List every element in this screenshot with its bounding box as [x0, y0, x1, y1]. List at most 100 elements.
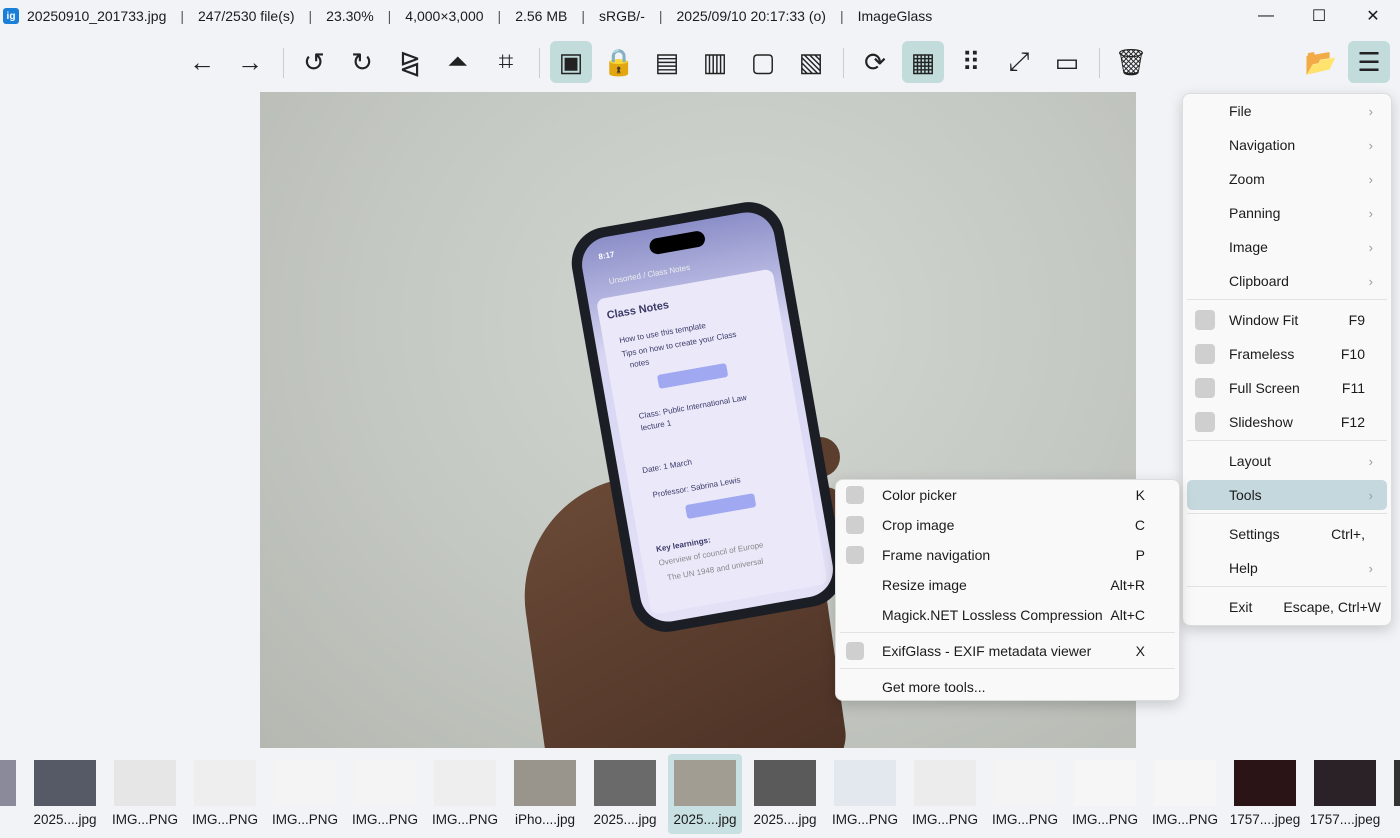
menu-item-settings[interactable]: Settings Ctrl+,: [1187, 519, 1387, 549]
menu-item-layout[interactable]: Layout ›: [1187, 446, 1387, 476]
gallery-grid-icon: ⠿: [961, 46, 981, 77]
menu-item-exit[interactable]: Exit Escape, Ctrl+W: [1187, 592, 1387, 622]
main-menu-button[interactable]: ☰: [1348, 41, 1390, 83]
menu-item-tools[interactable]: Tools ›: [1187, 480, 1387, 510]
scale-to-fill-button[interactable]: ▧: [790, 41, 832, 83]
thumbnail-label: IMG...PNG: [351, 812, 418, 827]
menu-item-shortcut: F9: [1348, 312, 1365, 328]
scale-to-height-button[interactable]: ▥: [694, 41, 736, 83]
folder-open-icon: 📂: [1304, 46, 1338, 77]
menu-item-full-screen[interactable]: Full Screen F11: [1187, 373, 1387, 403]
menu-item-slideshow[interactable]: Slideshow F12: [1187, 407, 1387, 437]
checkbox-icon[interactable]: [1195, 412, 1215, 432]
close-button[interactable]: ✕: [1350, 0, 1396, 32]
thumbnail-item[interactable]: IMG...PNG: [348, 754, 422, 834]
tool-item-color-picker[interactable]: Color picker K: [840, 480, 1175, 510]
thumbnail-image: [1074, 760, 1136, 806]
thumbnail-label: 1757....jpeg: [1229, 812, 1301, 827]
menu-item-file[interactable]: File ›: [1187, 96, 1387, 126]
thumbnail-label: IMG...PNG: [1151, 812, 1218, 827]
rotate-right-button[interactable]: ↻: [341, 41, 383, 83]
thumbnail-item[interactable]: jpg: [0, 754, 22, 834]
thumbnail-image: [594, 760, 656, 806]
maximize-button[interactable]: ☐: [1296, 0, 1342, 32]
lock-zoom-button[interactable]: 🔒: [598, 41, 640, 83]
toolbar-divider: [1099, 48, 1100, 78]
menu-item-shortcut: P: [1135, 547, 1145, 563]
thumbnail-item[interactable]: IMG...PNG: [1148, 754, 1222, 834]
thumbnail-item[interactable]: IMG...PNG: [428, 754, 502, 834]
checkbox-icon[interactable]: [846, 516, 864, 534]
slideshow-button[interactable]: ▭: [1046, 41, 1088, 83]
title-bar: ig 20250910_201733.jpg | 247/2530 file(s)…: [0, 0, 1400, 32]
tool-item-crop-image[interactable]: Crop image C: [840, 510, 1175, 540]
menu-item-clipboard[interactable]: Clipboard ›: [1187, 266, 1387, 296]
scale-to-width-button[interactable]: ▤: [646, 41, 688, 83]
previous-image-button[interactable]: ←: [181, 41, 223, 83]
flip-vertical-button[interactable]: ⏶: [437, 41, 479, 83]
checkbox-icon[interactable]: [846, 546, 864, 564]
menu-item-shortcut: F12: [1340, 414, 1365, 430]
menu-item-panning[interactable]: Panning ›: [1187, 198, 1387, 228]
thumbnail-item[interactable]: iPho....jpg: [508, 754, 582, 834]
open-file-button[interactable]: 📂: [1300, 41, 1342, 83]
minimize-button[interactable]: —: [1243, 0, 1289, 32]
thumbnail-item[interactable]: IMG...PNG: [988, 754, 1062, 834]
file-size: 2.56 MB: [515, 8, 568, 24]
menu-item-image[interactable]: Image ›: [1187, 232, 1387, 262]
checkbox-icon[interactable]: [1195, 378, 1215, 398]
checkbox-icon[interactable]: [1195, 344, 1215, 364]
tool-item-get-more-tools[interactable]: Get more tools...: [840, 672, 1175, 702]
scale-to-fit-button[interactable]: ▢: [742, 41, 784, 83]
menu-item-label: Zoom: [1229, 171, 1265, 187]
thumbnail-item[interactable]: 1757....jpeg: [1308, 754, 1382, 834]
delete-button[interactable]: 🗑: [1110, 41, 1152, 83]
menu-item-frameless[interactable]: Frameless F10: [1187, 339, 1387, 369]
checkbox-icon[interactable]: [846, 642, 864, 660]
thumbnail-label: 17: [1385, 812, 1400, 827]
thumbnail-item[interactable]: IMG...PNG: [188, 754, 262, 834]
auto-zoom-icon: ▣: [558, 46, 584, 77]
thumbnail-item[interactable]: IMG...PNG: [108, 754, 182, 834]
thumbnail-bar-button[interactable]: ▦: [902, 41, 944, 83]
chevron-right-icon: ›: [1368, 273, 1373, 289]
thumbnail-item[interactable]: IMG...PNG: [828, 754, 902, 834]
thumbnail-item[interactable]: IMG...PNG: [1068, 754, 1142, 834]
gallery-button[interactable]: ⠿: [950, 41, 992, 83]
full-screen-button[interactable]: ⤢: [998, 41, 1040, 83]
refresh-button[interactable]: ⟳: [854, 41, 896, 83]
arrow-right-icon: →: [237, 46, 263, 77]
menu-divider: [840, 668, 1175, 669]
menu-item-help[interactable]: Help ›: [1187, 553, 1387, 583]
menu-item-zoom[interactable]: Zoom ›: [1187, 164, 1387, 194]
auto-zoom-button[interactable]: ▣: [550, 41, 592, 83]
menu-item-label: Settings: [1229, 526, 1280, 542]
tool-item-frame-navigation[interactable]: Frame navigation P: [840, 540, 1175, 570]
crop-button[interactable]: ⌗: [485, 41, 527, 83]
checkbox-icon[interactable]: [1195, 310, 1215, 330]
thumbnail-item[interactable]: 2025....jpg: [28, 754, 102, 834]
thumbnail-item[interactable]: 1757....jpeg: [1228, 754, 1302, 834]
scale-to-fill-icon: ▧: [798, 46, 824, 77]
rotate-left-button[interactable]: ↺: [293, 41, 335, 83]
tool-item-magick-net-lossless-compression[interactable]: Magick.NET Lossless Compression Alt+C: [840, 600, 1175, 630]
thumbnail-item[interactable]: 17: [1388, 754, 1400, 834]
thumbnail-item[interactable]: 2025....jpg: [668, 754, 742, 834]
rotate-right-icon: ↻: [351, 46, 373, 77]
checkbox-icon[interactable]: [846, 486, 864, 504]
flip-horizontal-button[interactable]: ⧎: [389, 41, 431, 83]
next-image-button[interactable]: →: [229, 41, 271, 83]
thumbnail-item[interactable]: 2025....jpg: [748, 754, 822, 834]
menu-item-shortcut: Ctrl+,: [1331, 526, 1365, 542]
menu-item-navigation[interactable]: Navigation ›: [1187, 130, 1387, 160]
thumbnail-image: [754, 760, 816, 806]
tool-item-exifglass-exif-metadata-viewer[interactable]: ExifGlass - EXIF metadata viewer X: [840, 636, 1175, 666]
thumbnail-image: [834, 760, 896, 806]
thumbnail-item[interactable]: IMG...PNG: [268, 754, 342, 834]
arrow-left-icon: ←: [189, 46, 215, 77]
thumbnail-item[interactable]: IMG...PNG: [908, 754, 982, 834]
menu-item-window-fit[interactable]: Window Fit F9: [1187, 305, 1387, 335]
thumbnail-item[interactable]: 2025....jpg: [588, 754, 662, 834]
image-dimensions: 4,000×3,000: [405, 8, 484, 24]
tool-item-resize-image[interactable]: Resize image Alt+R: [840, 570, 1175, 600]
